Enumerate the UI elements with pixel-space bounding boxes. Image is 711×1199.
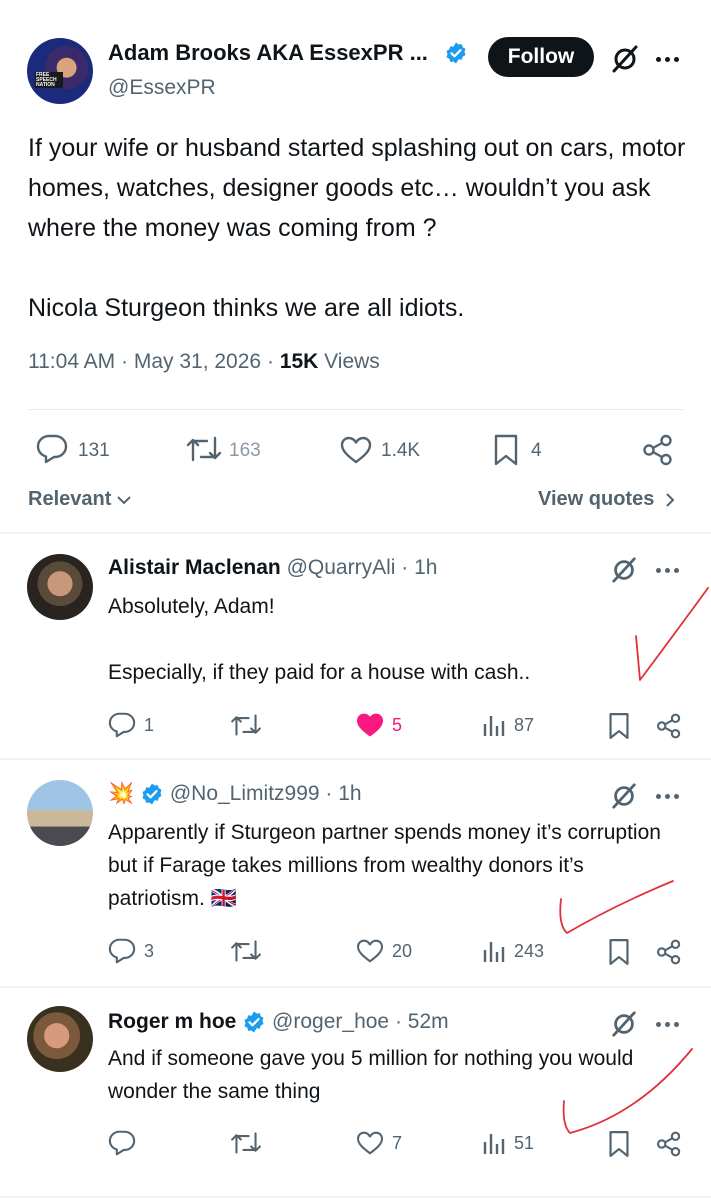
avatar[interactable] [27, 780, 93, 846]
reply-text-line: Especially, if they paid for a house wit… [108, 661, 531, 684]
reply-post[interactable]: 💥 @No_Limitz999 · 1h Apparently if Sturg… [0, 760, 711, 986]
view-quotes-link[interactable]: View quotes [538, 488, 676, 511]
author-name[interactable]: Adam Brooks AKA EssexPR ... [108, 40, 428, 66]
repost-icon[interactable] [230, 1130, 262, 1156]
verified-badge-icon [244, 1011, 264, 1033]
reply-post[interactable]: Roger m hoe @roger_hoe · 52m And if some… [0, 988, 711, 1196]
sort-dropdown[interactable]: Relevant [28, 488, 131, 511]
reply-header: Alistair Maclenan @QuarryAli · 1h [108, 556, 437, 580]
avatar[interactable] [27, 554, 93, 620]
views-count: 243 [514, 941, 545, 961]
reply-icon[interactable] [108, 712, 136, 738]
grok-icon[interactable] [610, 782, 638, 810]
reply-author-name[interactable]: 💥 [108, 782, 134, 805]
follow-button[interactable]: Follow [488, 37, 594, 77]
reply-text-line: Absolutely, Adam! [108, 595, 275, 618]
reply-count: 131 [78, 440, 110, 461]
reply-icon[interactable] [36, 434, 68, 464]
reply-post[interactable]: Alistair Maclenan @QuarryAli · 1h Absolu… [0, 534, 711, 758]
divider [0, 1196, 711, 1198]
post-text-paragraph: If your wife or husband started splashin… [28, 134, 686, 242]
post-text-paragraph: Nicola Sturgeon thinks we are all idiots… [28, 294, 465, 322]
more-options-icon[interactable] [656, 566, 680, 574]
more-options-icon[interactable] [656, 792, 680, 800]
repost-icon[interactable] [230, 938, 262, 964]
grok-icon[interactable] [610, 556, 638, 584]
reply-icon[interactable] [108, 1130, 136, 1156]
bookmark-count: 4 [531, 440, 542, 461]
more-options-icon[interactable] [656, 1020, 680, 1028]
bookmark-icon[interactable] [608, 712, 630, 740]
reply-header: 💥 @No_Limitz999 · 1h [108, 782, 362, 806]
bookmark-icon[interactable] [608, 1130, 630, 1158]
views-icon[interactable] [482, 938, 506, 964]
views-count: 51 [514, 1133, 535, 1153]
grok-icon[interactable] [610, 44, 640, 74]
views-count: 15K [279, 350, 319, 373]
reply-text: And if someone gave you 5 million for no… [108, 1042, 668, 1108]
like-icon[interactable] [340, 436, 372, 464]
share-icon[interactable] [642, 434, 674, 466]
grok-icon[interactable] [610, 1010, 638, 1038]
bookmark-icon[interactable] [493, 434, 519, 466]
views-icon[interactable] [482, 712, 506, 738]
reply-header: Roger m hoe @roger_hoe · 52m [108, 1010, 449, 1034]
like-count: 20 [392, 941, 413, 961]
post-date[interactable]: May 31, 2026 [134, 350, 261, 373]
repost-count: 163 [229, 440, 261, 461]
post-text: If your wife or husband started splashin… [28, 128, 698, 328]
share-icon[interactable] [656, 712, 682, 740]
sort-label: Relevant [28, 488, 112, 510]
chevron-right-icon [666, 493, 675, 507]
share-icon[interactable] [656, 938, 682, 966]
main-post: FREE SPEECH NATION Adam Brooks AKA Essex… [0, 0, 711, 533]
post-time[interactable]: 11:04 AM [28, 350, 115, 373]
reply-text: Absolutely, Adam! Especially, if they pa… [108, 590, 668, 689]
repost-icon[interactable] [230, 712, 262, 738]
repost-icon[interactable] [186, 434, 222, 464]
share-icon[interactable] [656, 1130, 682, 1158]
reply-time[interactable]: · 1h [401, 556, 437, 579]
like-count: 5 [392, 715, 403, 735]
reply-author-handle[interactable]: @QuarryAli [287, 556, 396, 579]
more-options-icon[interactable] [656, 55, 680, 63]
divider [28, 409, 684, 410]
avatar[interactable] [27, 1006, 93, 1072]
reply-count: 1 [144, 715, 155, 735]
author-handle[interactable]: @EssexPR [108, 76, 216, 100]
reply-time[interactable]: · 52m [395, 1010, 449, 1033]
chevron-down-icon [117, 496, 131, 505]
reply-author-name[interactable]: Roger m hoe [108, 1010, 236, 1033]
bookmark-icon[interactable] [608, 938, 630, 966]
avatar-badge-text: FREE SPEECH NATION [35, 72, 63, 88]
view-quotes-label: View quotes [538, 488, 655, 510]
like-count: 1.4K [381, 440, 421, 461]
views-icon[interactable] [482, 1130, 506, 1156]
views-label: Views [324, 350, 380, 373]
post-meta: 11:04 AM · May 31, 2026 · 15K Views [28, 350, 380, 373]
author-avatar[interactable]: FREE SPEECH NATION [27, 38, 93, 104]
like-icon[interactable] [356, 713, 384, 737]
reply-author-name[interactable]: Alistair Maclenan [108, 556, 281, 579]
reply-author-handle[interactable]: @roger_hoe [272, 1010, 389, 1033]
reply-text: Apparently if Sturgeon partner spends mo… [108, 816, 668, 915]
reply-author-handle[interactable]: @No_Limitz999 [170, 782, 320, 805]
verified-badge-icon [446, 42, 466, 64]
like-icon[interactable] [356, 1131, 384, 1155]
like-icon[interactable] [356, 939, 384, 963]
views-count: 87 [514, 715, 535, 735]
reply-count: 3 [144, 941, 155, 961]
reply-text-line: Apparently if Sturgeon partner spends mo… [108, 821, 661, 910]
reply-time[interactable]: · 1h [325, 782, 361, 805]
like-count: 7 [392, 1133, 403, 1153]
reply-text-line: And if someone gave you 5 million for no… [108, 1047, 634, 1103]
reply-icon[interactable] [108, 938, 136, 964]
verified-badge-icon [142, 783, 162, 805]
